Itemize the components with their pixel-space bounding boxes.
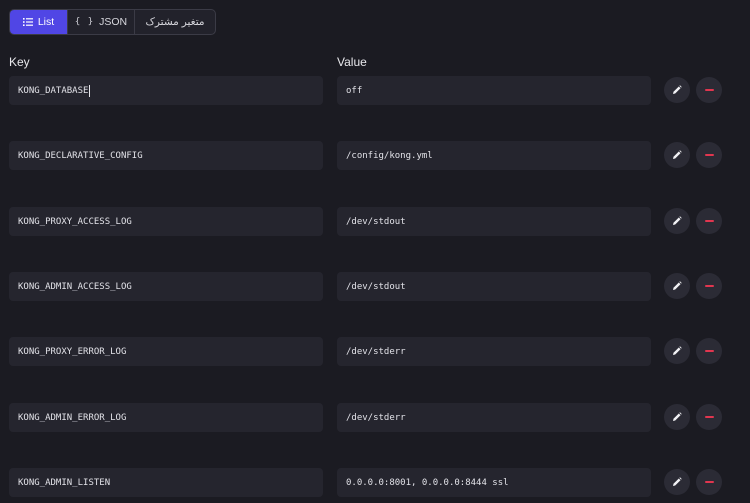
env-variables-panel: List { } JSON متغیر مشترک Key Value KONG… bbox=[0, 0, 750, 503]
pencil-icon bbox=[672, 477, 682, 487]
key-input[interactable]: KONG_DATABASE bbox=[9, 76, 323, 105]
value-input[interactable]: /dev/stderr bbox=[337, 337, 651, 366]
key-column-header: Key bbox=[9, 55, 30, 69]
edit-button[interactable] bbox=[664, 404, 690, 430]
edit-button[interactable] bbox=[664, 77, 690, 103]
remove-button[interactable] bbox=[696, 208, 722, 234]
tab-list[interactable]: List bbox=[10, 10, 68, 34]
pencil-icon bbox=[672, 281, 682, 291]
edit-button[interactable] bbox=[664, 142, 690, 168]
variable-row: KONG_ADMIN_ERROR_LOG/dev/stderr bbox=[0, 403, 750, 432]
minus-icon bbox=[704, 89, 714, 91]
minus-icon bbox=[704, 154, 714, 156]
pencil-icon bbox=[672, 216, 682, 226]
tab-json-label: JSON bbox=[99, 16, 128, 28]
variable-row: KONG_PROXY_ACCESS_LOG/dev/stdout bbox=[0, 207, 750, 236]
variable-row: KONG_ADMIN_ACCESS_LOG/dev/stdout bbox=[0, 272, 750, 301]
minus-icon bbox=[704, 220, 714, 222]
remove-button[interactable] bbox=[696, 142, 722, 168]
key-input[interactable]: KONG_ADMIN_ERROR_LOG bbox=[9, 403, 323, 432]
value-input[interactable]: /dev/stdout bbox=[337, 207, 651, 236]
view-mode-tabs: List { } JSON متغیر مشترک bbox=[9, 9, 216, 35]
tab-shared-variable-label: متغیر مشترک bbox=[145, 16, 205, 28]
edit-button[interactable] bbox=[664, 338, 690, 364]
key-input[interactable]: KONG_PROXY_ERROR_LOG bbox=[9, 337, 323, 366]
pencil-icon bbox=[672, 85, 682, 95]
value-input[interactable]: /dev/stdout bbox=[337, 272, 651, 301]
key-input[interactable]: KONG_DECLARATIVE_CONFIG bbox=[9, 141, 323, 170]
pencil-icon bbox=[672, 346, 682, 356]
value-input[interactable]: 0.0.0.0:8001, 0.0.0.0:8444 ssl bbox=[337, 468, 651, 497]
remove-button[interactable] bbox=[696, 404, 722, 430]
minus-icon bbox=[704, 350, 714, 352]
remove-button[interactable] bbox=[696, 338, 722, 364]
list-icon bbox=[22, 18, 33, 26]
key-input[interactable]: KONG_ADMIN_LISTEN bbox=[9, 468, 323, 497]
variable-row: KONG_DECLARATIVE_CONFIG/config/kong.yml bbox=[0, 141, 750, 170]
tab-list-label: List bbox=[37, 16, 55, 28]
pencil-icon bbox=[672, 150, 682, 160]
minus-icon bbox=[704, 285, 714, 287]
braces-icon: { } bbox=[74, 17, 95, 27]
remove-button[interactable] bbox=[696, 469, 722, 495]
pencil-icon bbox=[672, 412, 682, 422]
variable-row: KONG_PROXY_ERROR_LOG/dev/stderr bbox=[0, 337, 750, 366]
remove-button[interactable] bbox=[696, 77, 722, 103]
remove-button[interactable] bbox=[696, 273, 722, 299]
value-input[interactable]: /config/kong.yml bbox=[337, 141, 651, 170]
value-input[interactable]: off bbox=[337, 76, 651, 105]
variable-row: KONG_DATABASE off bbox=[0, 76, 750, 105]
key-input[interactable]: KONG_ADMIN_ACCESS_LOG bbox=[9, 272, 323, 301]
minus-icon bbox=[704, 416, 714, 418]
edit-button[interactable] bbox=[664, 208, 690, 234]
edit-button[interactable] bbox=[664, 469, 690, 495]
edit-button[interactable] bbox=[664, 273, 690, 299]
tab-shared-variable[interactable]: متغیر مشترک bbox=[135, 10, 215, 34]
value-column-header: Value bbox=[337, 55, 367, 69]
value-input[interactable]: /dev/stderr bbox=[337, 403, 651, 432]
minus-icon bbox=[704, 481, 714, 483]
tab-json[interactable]: { } JSON bbox=[68, 10, 135, 34]
variable-row: KONG_ADMIN_LISTEN 0.0.0.0:8001, 0.0.0.0:8… bbox=[0, 468, 750, 497]
key-input[interactable]: KONG_PROXY_ACCESS_LOG bbox=[9, 207, 323, 236]
